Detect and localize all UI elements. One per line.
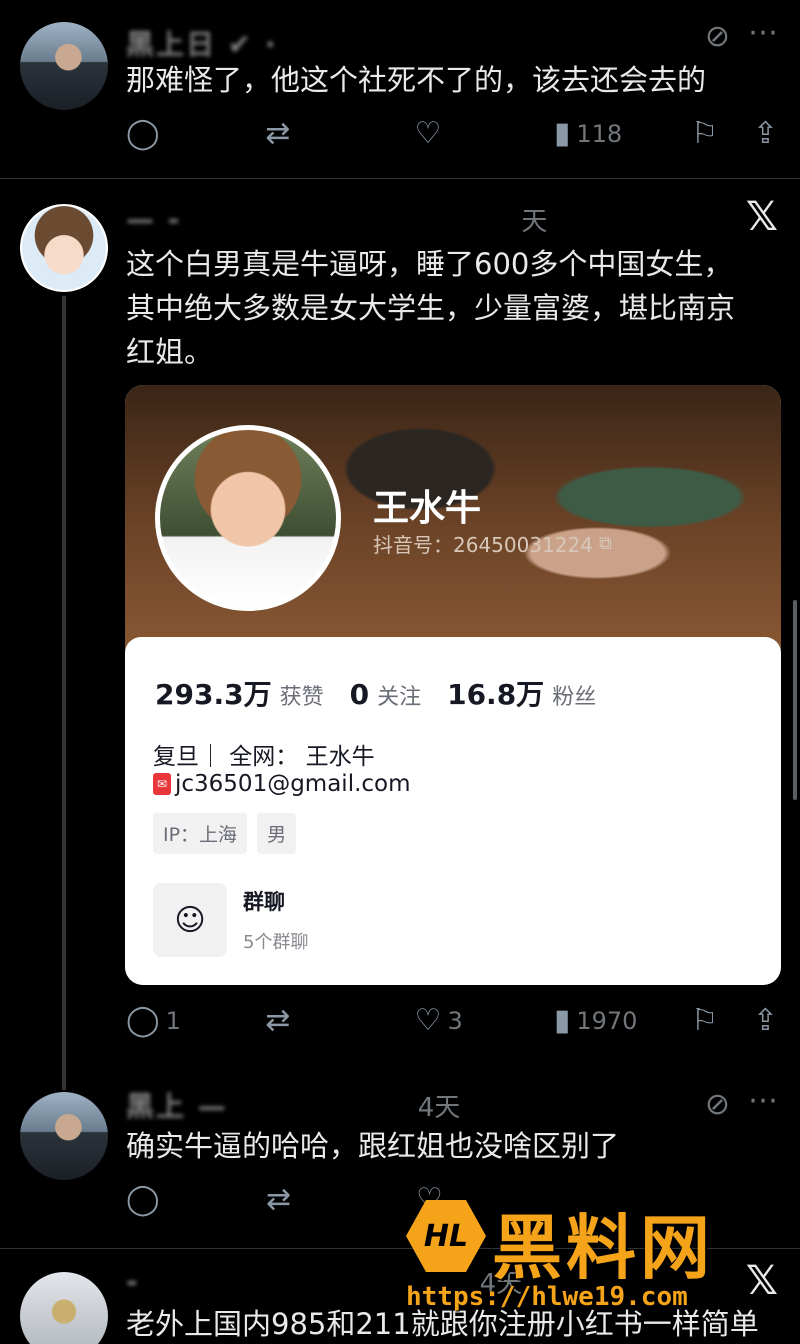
- douyin-id: 抖音号：26450031224: [373, 533, 593, 557]
- watermark: HL 黑料网 https://hlwe19.com: [400, 1190, 800, 1344]
- post-1[interactable]: 黑上日 ✔ · ⊘ ⋯ 那难怪了，他这个社死不了的，该去还会去的 ◯ ⇄ ♡ ▮…: [0, 0, 800, 178]
- profile-stats: 293.3万 获赞 0 关注 16.8万 粉丝: [155, 673, 596, 713]
- reply-icon: ◯: [126, 1182, 160, 1217]
- bio-line: 复旦｜ 全网： 王水牛: [153, 744, 375, 770]
- profile-id: 抖音号：26450031224 ⧉: [373, 529, 612, 558]
- author-name[interactable]: — -: [126, 203, 181, 236]
- post-text-line: 红姐。: [126, 335, 214, 369]
- retweet-button[interactable]: ⇄: [265, 119, 414, 149]
- reply-icon: ◯: [126, 1003, 160, 1038]
- scrollbar[interactable]: [793, 600, 797, 800]
- more-icon[interactable]: ⋯: [748, 18, 778, 48]
- post-header: — - 天: [126, 203, 547, 237]
- chat-icon: ☺: [153, 883, 227, 957]
- stat-number: 293.3万: [155, 678, 272, 711]
- stat-likes: 293.3万 获赞: [155, 673, 324, 713]
- retweet-button[interactable]: ⇄: [265, 1006, 414, 1036]
- views-button[interactable]: ▮ 1970: [554, 1006, 691, 1036]
- stat-number: 16.8万: [447, 678, 545, 711]
- stat-followers: 16.8万 粉丝: [447, 673, 596, 713]
- profile-avatar: [155, 425, 341, 611]
- like-icon: ♡: [414, 1003, 442, 1038]
- like-button[interactable]: ♡: [415, 119, 554, 149]
- post-time: 天: [521, 206, 548, 237]
- group-title: 群聊: [243, 890, 285, 914]
- bio-email: ✉ jc36501@gmail.com: [153, 771, 411, 797]
- author-name[interactable]: 黑上日 ✔ ·: [126, 23, 278, 63]
- copy-icon: ⧉: [598, 533, 612, 554]
- views-icon: ▮: [553, 116, 571, 151]
- stat-following: 0 关注: [350, 678, 422, 711]
- like-icon: ♡: [414, 116, 442, 151]
- post-text: 这个白男真是牛逼呀，睡了600多个中国女生， 其中绝大多数是女大学生，少量富婆，…: [126, 242, 770, 374]
- more-icon[interactable]: ⋯: [748, 1086, 778, 1116]
- profile-name: 王水牛: [373, 488, 482, 529]
- share-icon: ⇪: [752, 1003, 778, 1038]
- reply-count: 1: [165, 1007, 181, 1035]
- watermark-logo: HL: [406, 1200, 486, 1272]
- divider: [0, 178, 800, 179]
- post-header: 黑上日 ✔ ·: [126, 28, 278, 61]
- post-text: 确实牛逼的哈哈，跟红姐也没啥区别了: [126, 1129, 620, 1163]
- share-icon: ⇪: [752, 116, 778, 151]
- like-count: 3: [447, 1007, 463, 1035]
- watermark-title: 黑料网: [492, 1207, 714, 1289]
- mail-icon: ✉: [153, 773, 171, 795]
- post-text: 那难怪了，他这个社死不了的，该去还会去的: [126, 63, 707, 97]
- bookmark-icon: ⚐: [691, 116, 719, 151]
- retweet-button[interactable]: ⇄: [266, 1185, 416, 1215]
- bookmark-icon: ⚐: [691, 1003, 719, 1038]
- gender-tag: 男: [257, 813, 297, 854]
- avatar[interactable]: [20, 22, 108, 110]
- reply-icon: ◯: [126, 116, 160, 151]
- reply-button[interactable]: ◯ 1: [126, 1006, 265, 1036]
- author-name[interactable]: 黑上 —: [126, 1085, 228, 1125]
- action-bar: ◯ 1 ⇄ ♡ 3 ▮ 1970 ⚐ ⇪: [126, 1001, 778, 1041]
- mute-icon[interactable]: ⊘: [705, 22, 730, 52]
- ip-tag: IP：上海: [153, 813, 248, 854]
- watermark-url: https://hlwe19.com: [406, 1282, 688, 1312]
- share-button[interactable]: ⇪: [753, 119, 778, 149]
- post-text-line: 这个白男真是牛逼呀，睡了600多个中国女生，: [126, 247, 733, 281]
- embedded-profile-card[interactable]: 王水牛 抖音号：26450031224 ⧉ 293.3万 获赞 0 关注 16.8万…: [125, 385, 781, 985]
- retweet-icon: ⇄: [266, 1182, 292, 1217]
- reply-button[interactable]: ◯: [126, 119, 265, 149]
- post-text-line: 其中绝大多数是女大学生，少量富婆，堪比南京: [126, 291, 736, 325]
- avatar[interactable]: [20, 204, 108, 292]
- post-header: 黑上 — 4天: [126, 1090, 460, 1123]
- post-time: 4天: [417, 1092, 461, 1123]
- share-button[interactable]: ⇪: [753, 1006, 778, 1036]
- views-icon: ▮: [553, 1003, 571, 1038]
- email-text: jc36501@gmail.com: [175, 771, 411, 797]
- avatar[interactable]: [20, 1092, 108, 1180]
- retweet-icon: ⇄: [265, 116, 291, 151]
- reply-button[interactable]: ◯: [126, 1185, 266, 1215]
- profile-tags: IP：上海 男: [153, 813, 297, 854]
- bookmark-button[interactable]: ⚐: [691, 119, 753, 149]
- action-bar: ◯ ⇄ ♡ ▮ 118 ⚐ ⇪: [126, 114, 778, 154]
- author-name[interactable]: -: [126, 1265, 140, 1298]
- x-logo-icon[interactable]: 𝕏: [746, 197, 778, 237]
- stat-label: 关注: [377, 685, 422, 710]
- avatar[interactable]: [20, 1272, 108, 1344]
- views-count: 1970: [576, 1007, 638, 1035]
- group-count: 5个群聊: [243, 932, 309, 953]
- like-button[interactable]: ♡ 3: [415, 1006, 554, 1036]
- stat-number: 0: [349, 678, 370, 711]
- bookmark-button[interactable]: ⚐: [691, 1006, 753, 1036]
- views-button[interactable]: ▮ 118: [554, 119, 691, 149]
- retweet-icon: ⇄: [265, 1003, 291, 1038]
- mute-icon[interactable]: ⊘: [705, 1090, 730, 1120]
- views-count: 118: [576, 120, 623, 148]
- profile-info: 293.3万 获赞 0 关注 16.8万 粉丝 复旦｜ 全网： 王水牛 ✉ jc365…: [125, 637, 781, 985]
- stat-label: 粉丝: [552, 685, 597, 710]
- stat-label: 获赞: [279, 685, 324, 710]
- group-chat-entry: ☺ 群聊 5个群聊: [153, 883, 308, 957]
